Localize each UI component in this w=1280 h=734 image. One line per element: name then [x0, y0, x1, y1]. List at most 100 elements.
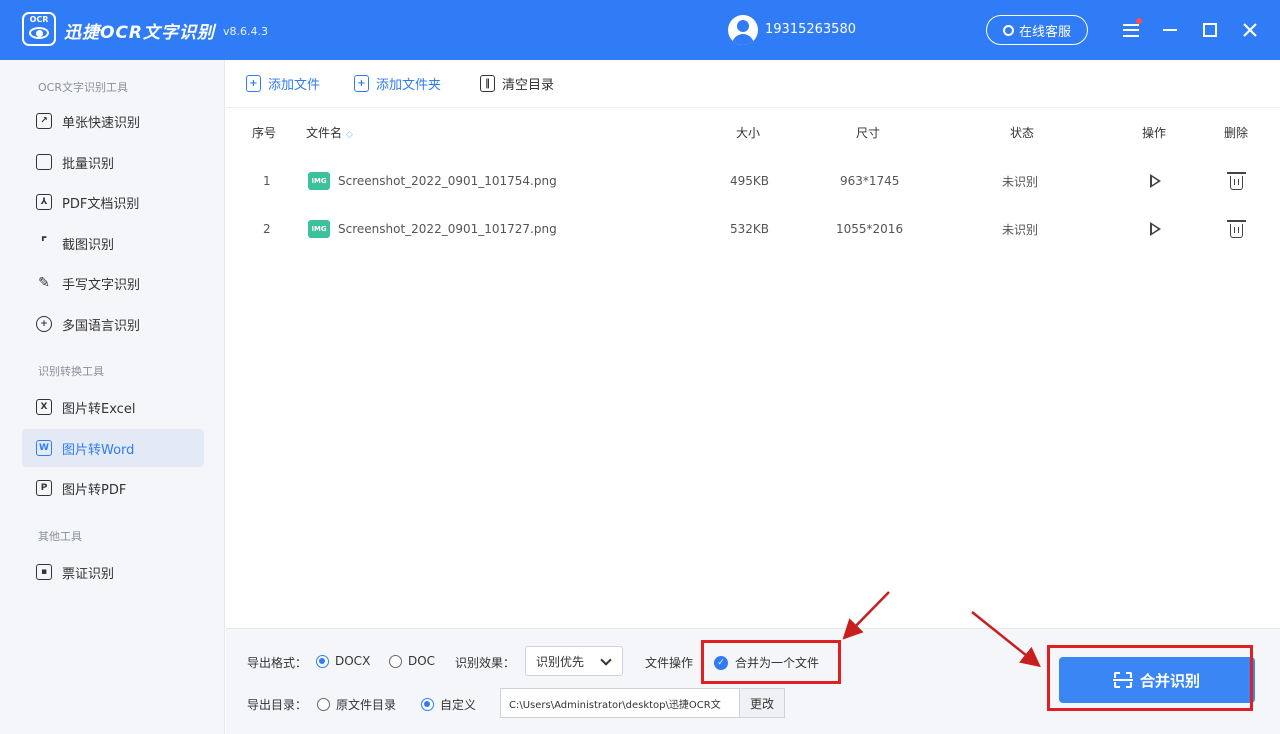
dir-original-radio[interactable]: 原文件目录: [317, 696, 396, 713]
user-avatar[interactable]: [728, 15, 758, 45]
row-size: 495KB: [730, 174, 770, 188]
sidebar-item-label: 批量识别: [62, 156, 115, 172]
play-icon: [1150, 222, 1161, 236]
header-dimensions: 尺寸: [856, 126, 881, 140]
format-doc-radio[interactable]: DOC: [389, 654, 435, 668]
eye-pupil: [36, 30, 43, 37]
sidebar-item-multilang[interactable]: + 多国语言识别: [22, 305, 204, 343]
effect-label: 识别效果：: [455, 656, 516, 670]
header-filename-label: 文件名: [306, 126, 343, 140]
table-row[interactable]: 2 IMG Screenshot_2022_0901_101727.png 53…: [226, 205, 1280, 253]
maximize-button[interactable]: [1197, 16, 1223, 44]
excel-icon: X: [36, 399, 52, 415]
sidebar-item-label: 票证识别: [62, 566, 115, 582]
account-number[interactable]: 19315263580: [765, 22, 856, 37]
sidebar: OCR文字识别工具 ↗ 单张快速识别 批量识别 ⅄ PDF文档识别 ⌜ 截图识别…: [0, 60, 225, 734]
clear-list-button[interactable]: ‖ 清空目录: [480, 74, 554, 93]
filename-text: Screenshot_2022_0901_101754.png: [338, 174, 557, 188]
clear-list-label: 清空目录: [502, 78, 555, 93]
sidebar-item-label: 图片转PDF: [62, 482, 127, 498]
sidebar-item-label: 图片转Word: [62, 442, 135, 458]
crop-icon: ⌜: [40, 235, 48, 251]
sidebar-item-pdf-doc[interactable]: ⅄ PDF文档识别: [22, 183, 204, 221]
menu-button[interactable]: [1118, 16, 1144, 44]
minimize-icon: [1163, 29, 1177, 31]
start-ocr-button[interactable]: [1150, 157, 1161, 205]
sidebar-item-quick-ocr[interactable]: ↗ 单张快速识别: [22, 102, 204, 140]
row-filename: IMG Screenshot_2022_0901_101727.png: [308, 205, 557, 253]
pen-icon: ✎: [38, 275, 50, 291]
online-support-button[interactable]: 在线客服: [986, 15, 1088, 45]
export-format-label: 导出格式：: [247, 656, 308, 670]
trash-icon: [1227, 220, 1246, 238]
export-path-input[interactable]: C:\Users\Administrator\desktop\迅捷OCR文: [500, 688, 740, 718]
filename-text: Screenshot_2022_0901_101727.png: [338, 222, 557, 236]
row-filename: IMG Screenshot_2022_0901_101754.png: [308, 157, 557, 205]
sidebar-item-id-card[interactable]: ▪ 票证识别: [22, 553, 204, 591]
radio-dot: [316, 654, 329, 668]
header-index: 序号: [252, 126, 277, 140]
radio-dot: [389, 654, 402, 668]
header-size: 大小: [736, 126, 761, 140]
sidebar-item-screenshot[interactable]: ⌜ 截图识别: [22, 224, 204, 262]
table-row[interactable]: 1 IMG Screenshot_2022_0901_101754.png 49…: [226, 157, 1280, 205]
edit-image-icon: ↗: [36, 113, 52, 129]
file-op-label: 文件操作: [645, 656, 694, 670]
row-status: 未识别: [1002, 174, 1039, 189]
notification-dot: [1136, 18, 1142, 24]
change-dir-button[interactable]: 更改: [739, 688, 785, 718]
sidebar-item-label: 单张快速识别: [62, 115, 141, 131]
row-dimensions: 1055*2016: [836, 222, 904, 236]
highlight-box-merge-option: [701, 640, 841, 684]
pdf-icon: P: [36, 480, 52, 496]
chevron-down-icon: [600, 654, 612, 666]
image-file-icon: IMG: [308, 220, 330, 238]
format-docx-label: DOCX: [335, 654, 371, 668]
app-title: 迅捷OCR文字识别: [64, 23, 216, 43]
sidebar-item-label: 多国语言识别: [62, 318, 141, 334]
add-file-icon: +: [246, 75, 261, 92]
header-delete: 删除: [1224, 126, 1249, 140]
row-status: 未识别: [1002, 222, 1039, 237]
close-button[interactable]: [1237, 16, 1263, 44]
section-label-other-tools: 其他工具: [38, 530, 82, 543]
header-status: 状态: [1010, 126, 1035, 140]
close-icon: [1243, 23, 1257, 37]
trash-icon: ‖: [480, 75, 495, 92]
trash-icon: [1227, 172, 1246, 190]
id-card-icon: ▪: [36, 564, 52, 580]
section-label-ocr-tools: OCR文字识别工具: [38, 81, 128, 94]
menu-icon: [1123, 23, 1139, 37]
add-folder-button[interactable]: + 添加文件夹: [354, 74, 441, 93]
section-label-convert-tools: 识别转换工具: [38, 365, 104, 378]
sidebar-item-batch[interactable]: 批量识别: [22, 143, 204, 181]
start-ocr-button[interactable]: [1150, 205, 1161, 253]
delete-row-button[interactable]: [1227, 205, 1246, 253]
format-doc-label: DOC: [408, 654, 436, 668]
sidebar-item-to-excel[interactable]: X 图片转Excel: [22, 388, 204, 426]
dir-custom-radio[interactable]: 自定义: [421, 696, 476, 713]
copy-icon: [36, 154, 52, 170]
minimize-button[interactable]: [1157, 16, 1183, 44]
sidebar-item-handwriting[interactable]: ✎ 手写文字识别: [22, 264, 204, 302]
support-icon: [1002, 24, 1014, 36]
header-action: 操作: [1142, 126, 1167, 140]
effect-select[interactable]: 识别优先: [525, 646, 623, 676]
effect-value: 识别优先: [536, 654, 585, 669]
sort-icon: ◇: [345, 130, 353, 140]
add-file-button[interactable]: + 添加文件: [246, 74, 320, 93]
add-folder-label: 添加文件夹: [376, 78, 442, 93]
dir-original-label: 原文件目录: [336, 698, 397, 712]
radio-dot: [317, 698, 330, 711]
sidebar-item-to-word[interactable]: W 图片转Word: [22, 429, 204, 467]
logo-text: OCR: [29, 15, 49, 24]
dir-custom-label: 自定义: [440, 698, 477, 712]
radio-dot: [421, 698, 434, 711]
title-bar: OCR 迅捷OCR文字识别 v8.6.4.3 19315263580 在线客服: [0, 0, 1280, 60]
row-index: 2: [263, 222, 271, 236]
header-filename[interactable]: 文件名 ◇: [306, 124, 353, 141]
delete-row-button[interactable]: [1227, 157, 1246, 205]
sidebar-item-to-pdf[interactable]: P 图片转PDF: [22, 469, 204, 507]
format-docx-radio[interactable]: DOCX: [316, 654, 370, 668]
sidebar-item-label: 手写文字识别: [62, 277, 141, 293]
